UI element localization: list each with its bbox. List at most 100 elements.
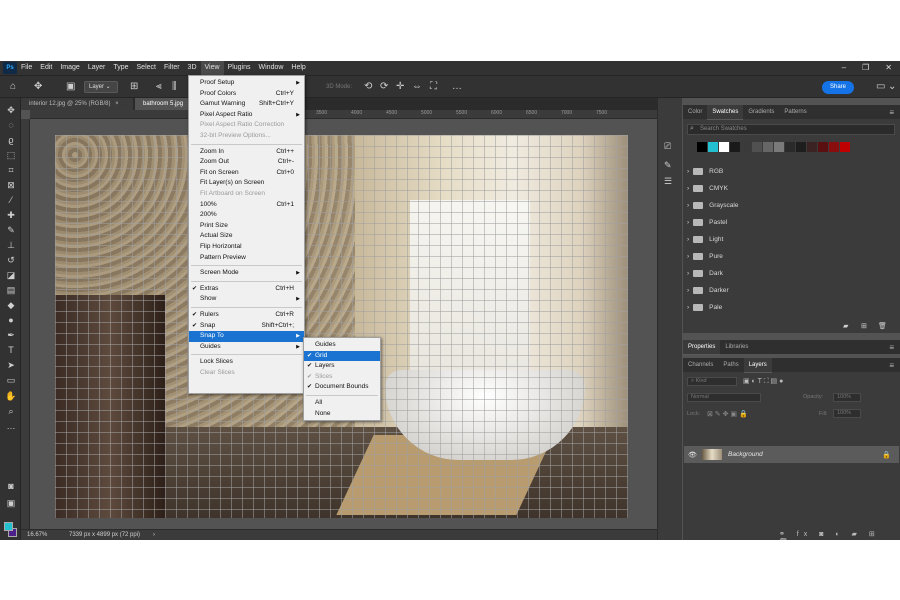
view-menu-item-gamut-warning[interactable]: Gamut Warning Shift+Ctrl+Y [189,99,304,110]
eyedropper-tool-icon[interactable]: ⁄ [5,194,17,206]
pen-tool-icon[interactable]: ✒ [5,329,17,341]
history-icon[interactable]: ⎚ [664,141,671,152]
frame-tool-icon[interactable]: ⊠ [5,179,17,191]
panel-menu-icon[interactable]: ≡ [889,361,894,370]
share-button[interactable]: Share [822,81,854,94]
more-tools-icon[interactable]: … [5,420,17,432]
type-tool-icon[interactable]: T [5,344,17,356]
menu-help[interactable]: Help [287,61,309,75]
3d-roll-icon[interactable]: ⟳ [380,81,388,93]
snap-item-none[interactable]: None [304,409,380,420]
view-menu-item-proof-setup[interactable]: Proof Setup ▶ [189,78,304,89]
layer-footer-icons[interactable]: ⚭ fx ◙ ◐ ▰ ⊞ 🗑 [779,530,900,540]
lasso-tool-icon[interactable]: ϱ [5,134,17,146]
fill-field[interactable]: 100% [833,409,861,418]
swatch-folder-pale[interactable]: › Pale [687,299,895,316]
layer-filter-kind[interactable]: ⌕ Kind [687,377,737,386]
panel-menu-icon[interactable]: ≡ [889,108,894,117]
view-menu-item-pattern-preview[interactable]: Pattern Preview [189,253,304,264]
tab-interior-12[interactable]: interior 12.jpg @ 25% (RGB/8) × [21,98,133,110]
menu-window[interactable]: Window [255,61,288,75]
view-menu-item-100[interactable]: 100% Ctrl+1 [189,200,304,211]
dodge-tool-icon[interactable]: ● [5,314,17,326]
status-arrow-icon[interactable]: › [153,530,155,540]
menu-view[interactable]: View [200,61,224,75]
chevron-right-icon[interactable]: › [687,270,689,277]
menu-edit[interactable]: Edit [36,61,56,75]
move-tool-icon[interactable]: ✥ [34,81,42,93]
swatch-folder-pure[interactable]: › Pure [687,248,895,265]
close-icon[interactable]: × [115,101,119,107]
menu-filter[interactable]: Filter [160,61,184,75]
color-swatch[interactable] [818,142,828,152]
chevron-right-icon[interactable]: › [687,202,689,209]
color-swatch[interactable] [763,142,773,152]
new-swatch-icon[interactable]: ⊞ [861,322,867,330]
chevron-right-icon[interactable]: › [687,287,689,294]
view-menu-item-lock-slices[interactable]: Lock Slices [189,357,304,368]
gradient-tool-icon[interactable]: ▤ [5,284,17,296]
eye-icon[interactable]: 👁 [688,451,697,459]
zoom-level[interactable]: 16.67% [27,530,47,540]
tab-bathroom-5[interactable]: bathroom 5.jpg [135,98,195,110]
transform-controls-icon[interactable]: ⊞ [130,81,138,93]
view-menu-item-screen-mode[interactable]: Screen Mode ▶ [189,268,304,279]
view-menu-item-snap[interactable]: ✔ Snap Shift+Ctrl+; [189,321,304,332]
new-group-icon[interactable]: ▰ [843,322,848,330]
color-swatch[interactable] [840,142,850,152]
canvas-image[interactable] [55,135,628,518]
tab-gradients[interactable]: Gradients [743,105,779,119]
object-select-tool-icon[interactable]: ⬚ [5,149,17,161]
view-menu-item-print-size[interactable]: Print Size [189,221,304,232]
close-icon[interactable]: ✕ [885,61,892,75]
marquee-tool-icon[interactable]: ◌ [5,119,17,131]
chevron-right-icon[interactable]: › [687,253,689,260]
healing-brush-icon[interactable]: ✚ [5,209,17,221]
view-menu-item-200[interactable]: 200% [189,210,304,221]
view-menu-item-pixel-aspect-ratio[interactable]: Pixel Aspect Ratio ▶ [189,110,304,121]
view-menu-item-proof-colors[interactable]: Proof Colors Ctrl+Y [189,89,304,100]
shape-tool-icon[interactable]: ▭ [5,374,17,386]
minimize-icon[interactable]: – [842,61,846,75]
view-menu-item-extras[interactable]: ✔ Extras Ctrl+H [189,284,304,295]
view-menu-item-show[interactable]: Show ▶ [189,294,304,305]
snap-item-document-bounds[interactable]: ✔ Document Bounds [304,382,380,393]
screen-mode-icon[interactable]: ▣ [5,497,17,509]
3d-scale-icon[interactable]: ⛶ [430,81,437,93]
color-swatch[interactable] [785,142,795,152]
view-menu-item-clear-slices[interactable]: Clear Slices [189,368,304,379]
crop-tool-icon[interactable]: ⌗ [5,164,17,176]
view-menu-item-snap-to[interactable]: Snap To ▶ [189,331,304,342]
3d-slide-icon[interactable]: ⇔ [412,81,422,93]
view-menu-item-fit-on-screen[interactable]: Fit on Screen Ctrl+0 [189,168,304,179]
restore-icon[interactable]: ❐ [862,61,869,75]
swatch-folder-rgb[interactable]: › RGB [687,163,895,180]
search-swatches-input[interactable]: Search Swatches [687,124,895,135]
home-icon[interactable]: ⌂ [10,81,16,93]
chevron-right-icon[interactable]: › [687,236,689,243]
view-menu-item-rulers[interactable]: ✔ Rulers Ctrl+R [189,310,304,321]
view-menu-item-zoom-in[interactable]: Zoom In Ctrl++ [189,147,304,158]
color-swatch[interactable] [774,142,784,152]
move-tool-icon[interactable]: ✥ [5,104,17,116]
chevron-right-icon[interactable]: › [687,168,689,175]
color-swatch[interactable] [796,142,806,152]
menu-layer[interactable]: Layer [84,61,110,75]
align-left-icon[interactable]: ⫷ [156,81,162,93]
chevron-right-icon[interactable]: › [687,219,689,226]
foreground-color-swatch[interactable] [4,522,13,531]
3d-pan-icon[interactable]: ✛ [396,81,404,93]
tab-paths[interactable]: Paths [718,358,743,372]
color-swatch[interactable] [708,142,718,152]
quick-mask-icon[interactable]: ◙ [5,480,17,492]
horizontal-ruler[interactable]: 3500 4000 4500 5000 5500 6000 6500 7000 7500 [30,110,657,119]
color-swatch[interactable] [807,142,817,152]
snap-item-guides[interactable]: Guides [304,340,380,351]
swatch-folder-grayscale[interactable]: › Grayscale [687,197,895,214]
swatch-folder-pastel[interactable]: › Pastel [687,214,895,231]
3d-orbit-icon[interactable]: ⟲ [364,81,372,93]
stamp-tool-icon[interactable]: ⊥ [5,239,17,251]
hand-tool-icon[interactable]: ✋ [5,390,17,402]
menu-type[interactable]: Type [109,61,132,75]
vertical-ruler[interactable] [21,119,30,529]
